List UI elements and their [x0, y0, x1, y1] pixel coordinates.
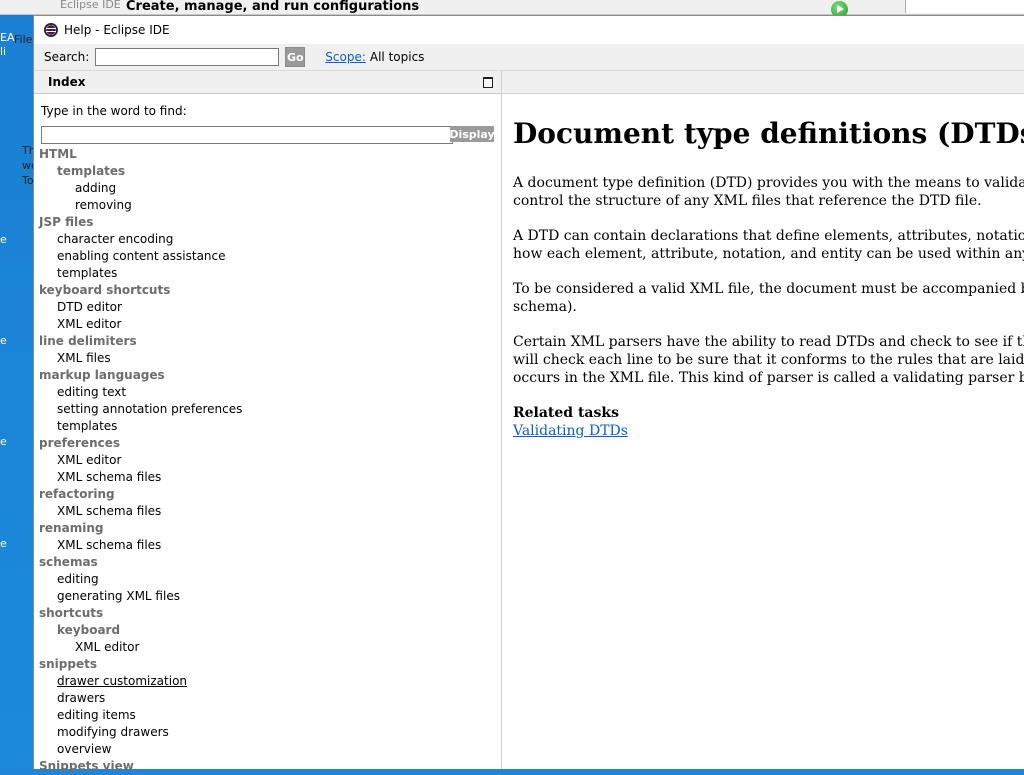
paragraph: A DTD can contain declarations that defi… — [513, 227, 1024, 263]
background-text-fragment: e — [0, 537, 7, 550]
index-entry[interactable]: XML schema files — [39, 503, 501, 520]
search-toolbar: Search: Go Scope: All topics — [34, 44, 1024, 71]
background-text-fragment: EA — [0, 31, 15, 44]
paragraph-line: schema). — [513, 299, 577, 315]
index-keyword[interactable]: line delimiters — [39, 333, 501, 350]
scope-value: All topics — [369, 50, 425, 64]
paragraph-line: A DTD can contain declarations that defi… — [513, 228, 1024, 244]
index-keyword[interactable]: JSP files — [39, 214, 501, 231]
index-entry[interactable]: templates — [39, 265, 501, 282]
index-entry[interactable]: templates — [39, 163, 501, 180]
maximize-icon[interactable] — [483, 76, 493, 88]
background-text-fragment: e — [0, 233, 7, 246]
index-entry[interactable]: overview — [39, 741, 501, 758]
background-text-fragment: li — [0, 45, 7, 58]
display-button[interactable]: Display — [449, 126, 495, 142]
index-entry[interactable]: setting annotation preferences — [39, 401, 501, 418]
paragraph-line: control the structure of any XML files t… — [513, 193, 982, 209]
help-window: Help - Eclipse IDE Search: Go Scope: All… — [33, 15, 1024, 773]
index-entry[interactable]: templates — [39, 418, 501, 435]
background-file-menu: File — [14, 33, 33, 46]
index-keyword[interactable]: keyboard shortcuts — [39, 282, 501, 299]
index-header: Index — [34, 71, 501, 94]
index-entry[interactable]: drawers — [39, 690, 501, 707]
paragraph-line: Certain XML parsers have the ability to … — [513, 334, 1024, 350]
index-entry[interactable]: editing text — [39, 384, 501, 401]
index-keyword[interactable]: shortcuts — [39, 605, 501, 622]
content-pane: Document type definitions (DTDs) - ov A … — [502, 71, 1024, 769]
index-entry[interactable]: DTD editor — [39, 299, 501, 316]
index-entry[interactable]: modifying drawers — [39, 724, 501, 741]
index-list: HTML templates adding removing JSP files char… — [39, 146, 501, 775]
document: Document type definitions (DTDs) - ov A … — [513, 95, 1024, 440]
index-entry[interactable]: generating XML files — [39, 588, 501, 605]
index-entry[interactable]: enabling content assistance — [39, 248, 501, 265]
index-entry[interactable]: XML schema files — [39, 537, 501, 554]
paragraph: A document type definition (DTD) provide… — [513, 174, 1024, 210]
window-titlebar[interactable]: Help - Eclipse IDE — [34, 16, 1024, 44]
background-text-fragment: To — [22, 174, 34, 187]
page-title: Document type definitions (DTDs) - ov — [513, 117, 1024, 150]
index-entry[interactable]: editing items — [39, 707, 501, 724]
index-keyword[interactable]: schemas — [39, 554, 501, 571]
paragraph-line: A document type definition (DTD) provide… — [513, 175, 1024, 191]
desktop-background — [0, 0, 34, 768]
scope-link[interactable]: Scope: — [325, 50, 366, 64]
content-toolbar — [502, 71, 1024, 94]
find-label: Type in the word to find: — [41, 104, 187, 118]
related-tasks-heading: Related tasks — [513, 405, 619, 421]
index-entry[interactable]: XML editor — [39, 452, 501, 469]
index-entry[interactable]: XML schema files — [39, 469, 501, 486]
index-entry[interactable]: character encoding — [39, 231, 501, 248]
background-text-fragment: e — [0, 334, 7, 347]
index-keyword[interactable]: HTML — [39, 146, 501, 163]
index-find-input[interactable] — [41, 126, 453, 144]
search-input[interactable] — [95, 48, 280, 66]
paragraph-line: To be considered a valid XML file, the d… — [513, 281, 1024, 297]
paragraph-line: how each element, attribute, notation, a… — [513, 246, 1024, 262]
index-entry[interactable]: XML editor — [39, 316, 501, 333]
index-keyword[interactable]: Snippets view — [39, 758, 501, 775]
index-title: Index — [48, 75, 86, 89]
index-entry[interactable]: adding — [39, 180, 501, 197]
index-pane: Index Type in the word to find: Display … — [34, 71, 502, 773]
eclipse-logo-icon — [44, 23, 58, 37]
index-entry[interactable]: drawer customization — [39, 673, 501, 690]
index-keyword[interactable]: refactoring — [39, 486, 501, 503]
background-dialog-heading: Create, manage, and run configurations — [126, 0, 420, 14]
go-button[interactable]: Go — [285, 47, 306, 67]
related-link-validating-dtds[interactable]: Validating DTDs — [513, 423, 628, 439]
index-entry[interactable]: removing — [39, 197, 501, 214]
paragraph-line: occurs in the XML file. This kind of par… — [513, 370, 1024, 386]
background-text-fragment: e — [0, 435, 7, 448]
index-keyword[interactable]: markup languages — [39, 367, 501, 384]
paragraph: To be considered a valid XML file, the d… — [513, 280, 1024, 316]
index-keyword[interactable]: renaming — [39, 520, 501, 537]
search-label: Search: — [44, 50, 90, 64]
index-entry[interactable]: keyboard — [39, 622, 501, 639]
index-entry[interactable]: XML editor — [39, 639, 501, 656]
background-eclipse-titlebar: Eclipse IDE Create, manage, and run conf… — [0, 0, 1024, 18]
paragraph: Certain XML parsers have the ability to … — [513, 333, 1024, 387]
index-entry[interactable]: editing — [39, 571, 501, 588]
paragraph-line: will check each line to be sure that it … — [513, 352, 1024, 368]
index-entry[interactable]: XML files — [39, 350, 501, 367]
index-keyword[interactable]: preferences — [39, 435, 501, 452]
background-panel — [905, 0, 1024, 13]
window-title: Help - Eclipse IDE — [64, 23, 170, 37]
help-body: Index Type in the word to find: Display … — [34, 71, 1024, 773]
background-app-title: Eclipse IDE — [60, 0, 121, 11]
index-keyword[interactable]: snippets — [39, 656, 501, 673]
